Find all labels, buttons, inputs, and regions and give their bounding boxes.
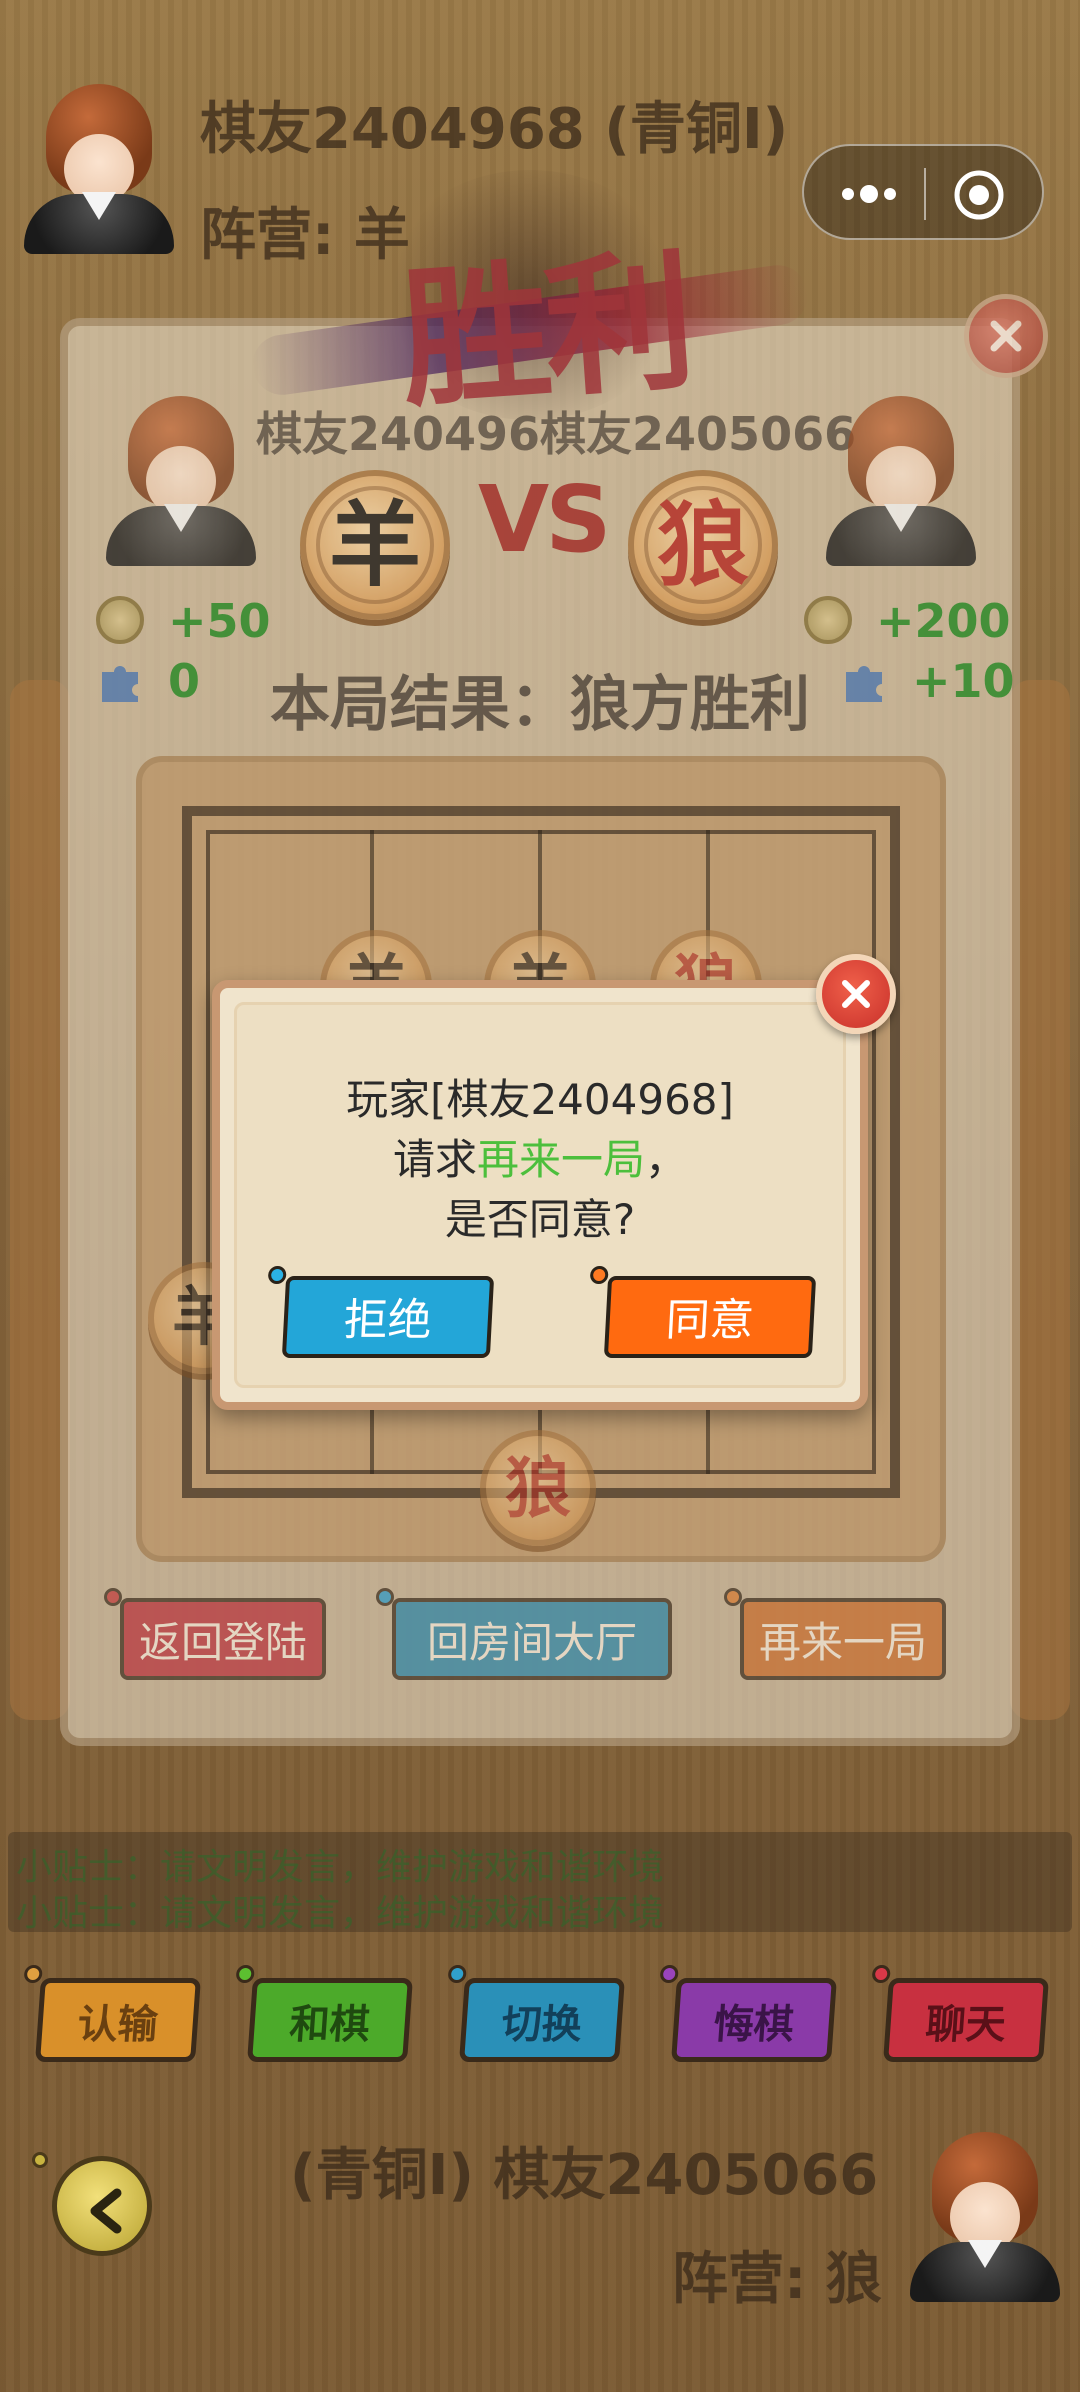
button-pin <box>447 1965 467 1983</box>
round-result: 本局结果：狼方胜利 <box>270 670 810 740</box>
reject-button[interactable]: 拒绝 <box>267 1266 495 1358</box>
piece-glyph: 狼 <box>656 491 749 599</box>
button-label: 再来一局 <box>758 1618 927 1667</box>
back-arrow-icon <box>90 2188 122 2234</box>
more-icon[interactable] <box>834 172 904 216</box>
dialog-line2-highlight: 再来一局 <box>476 1135 645 1184</box>
button-pin <box>659 1965 679 1983</box>
button-pin <box>724 1588 742 1606</box>
left-player-avatar <box>106 396 256 566</box>
puzzle-icon <box>846 666 882 702</box>
left-points: 0 <box>168 654 201 708</box>
player-name: 棋友2404968 (青铜I) <box>200 97 789 162</box>
dialog-message-line2: 请求再来一局， <box>212 1126 868 1187</box>
puzzle-icon <box>102 666 138 702</box>
piece-glyph: 狼 <box>505 1449 571 1527</box>
button-label: 认输 <box>76 2002 160 2048</box>
button-label: 和棋 <box>288 2002 372 2048</box>
coin-icon <box>96 596 144 644</box>
opponent-camp: 阵营: 狼 <box>672 2247 882 2312</box>
close-miniprogram-icon[interactable] <box>952 168 1006 222</box>
wolf-piece: 狼 <box>628 470 778 620</box>
draw-button[interactable]: 和棋 <box>235 1965 413 2062</box>
button-pin <box>235 1965 255 1983</box>
back-button[interactable] <box>52 2156 152 2256</box>
play-again-button[interactable]: 再来一局 <box>724 1588 946 1680</box>
resign-button[interactable]: 认输 <box>23 1965 201 2062</box>
close-icon <box>842 980 870 1008</box>
button-label: 悔棋 <box>712 2002 796 2048</box>
button-label: 回房间大厅 <box>426 1618 637 1667</box>
board-piece: 狼 <box>480 1430 596 1546</box>
button-pin <box>871 1965 891 1983</box>
player-camp: 阵营: 羊 <box>200 203 410 268</box>
opponent-name: (青铜I) 棋友2405066 <box>290 2143 879 2208</box>
dialog-message-line3: 是否同意? <box>444 1195 636 1244</box>
dialog-line2-prefix: 请求 <box>392 1135 477 1184</box>
vs-label: VS <box>478 466 611 573</box>
close-icon <box>990 320 1022 352</box>
button-pin <box>32 2152 48 2168</box>
result-close-button[interactable] <box>964 294 1048 378</box>
accept-button[interactable]: 同意 <box>589 1266 817 1358</box>
button-pin <box>104 1588 122 1606</box>
vs-player-names: 棋友240496棋友2405066 <box>256 407 857 461</box>
right-player-avatar <box>826 396 976 566</box>
back-to-login-button[interactable]: 返回登陆 <box>104 1588 326 1680</box>
button-label: 切换 <box>500 2002 584 2048</box>
back-to-lobby-button[interactable]: 回房间大厅 <box>376 1588 672 1680</box>
chat-tip-line: 小贴士：请文明发言，维护游戏和谐环境 <box>16 1893 665 1934</box>
coin-icon <box>804 596 852 644</box>
right-points: +10 <box>912 654 1015 708</box>
opponent-avatar[interactable] <box>910 2132 1060 2302</box>
undo-button[interactable]: 悔棋 <box>659 1965 837 2062</box>
sheep-piece: 羊 <box>300 470 450 620</box>
button-label: 返回登陆 <box>138 1618 307 1667</box>
button-label: 聊天 <box>924 2002 1008 2048</box>
button-pin <box>23 1965 43 1983</box>
button-pin <box>376 1588 394 1606</box>
player-avatar[interactable] <box>24 84 174 254</box>
piece-glyph: 羊 <box>328 491 421 599</box>
chat-button[interactable]: 聊天 <box>871 1965 1049 2062</box>
dialog-message-line1: 玩家[棋友2404968] <box>346 1075 734 1124</box>
left-coins: +50 <box>168 594 271 648</box>
capsule-divider <box>924 168 926 220</box>
dialog-close-button[interactable] <box>816 954 896 1034</box>
miniprogram-capsule <box>802 144 1044 240</box>
right-coins: +200 <box>876 594 1011 648</box>
button-label: 同意 <box>664 1295 756 1346</box>
switch-button[interactable]: 切换 <box>447 1965 625 2062</box>
chat-tip-line: 小贴士：请文明发言，维护游戏和谐环境 <box>16 1847 665 1888</box>
button-label: 拒绝 <box>342 1295 434 1346</box>
dialog-line2-suffix: ， <box>645 1135 688 1184</box>
chat-tips-area: 小贴士：请文明发言，维护游戏和谐环境 小贴士：请文明发言，维护游戏和谐环境 <box>8 1832 1072 1934</box>
